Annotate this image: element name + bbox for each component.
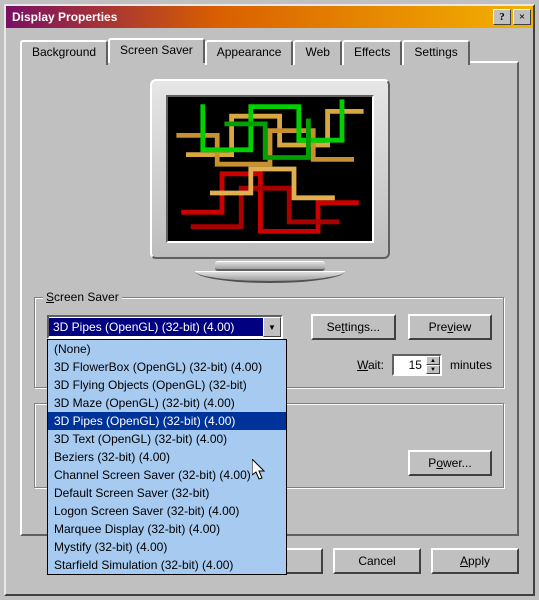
screensaver-groupbox: Screen Saver 3D Pipes (OpenGL) (32-bit) …: [34, 297, 505, 389]
spinner-up-button[interactable]: ▲: [426, 356, 440, 365]
display-properties-window: Display Properties ? × Background Screen…: [4, 4, 535, 596]
dd-item-default[interactable]: Default Screen Saver (32-bit): [48, 484, 286, 502]
screensaver-dropdown[interactable]: (None) 3D FlowerBox (OpenGL) (32-bit) (4…: [47, 339, 287, 575]
titlebar[interactable]: Display Properties ? ×: [6, 6, 533, 28]
dd-item-mystify[interactable]: Mystify (32-bit) (4.00): [48, 538, 286, 556]
dd-item-starfield[interactable]: Starfield Simulation (32-bit) (4.00): [48, 556, 286, 574]
minutes-label: minutes: [450, 358, 492, 372]
monitor-frame: [150, 79, 390, 259]
cancel-button[interactable]: Cancel: [333, 548, 421, 574]
power-button[interactable]: Power...: [408, 450, 492, 476]
dd-item-maze[interactable]: 3D Maze (OpenGL) (32-bit) (4.00): [48, 394, 286, 412]
wait-value[interactable]: 15: [394, 356, 426, 374]
screensaver-settings-button[interactable]: Settings...: [311, 314, 396, 340]
close-button[interactable]: ×: [513, 9, 531, 25]
dd-item-beziers[interactable]: Beziers (32-bit) (4.00): [48, 448, 286, 466]
dd-item-flying-objects[interactable]: 3D Flying Objects (OpenGL) (32-bit): [48, 376, 286, 394]
dd-item-marquee[interactable]: Marquee Display (32-bit) (4.00): [48, 520, 286, 538]
tab-effects[interactable]: Effects: [342, 40, 402, 65]
help-button[interactable]: ?: [493, 9, 511, 25]
client-area: Background Screen Saver Appearance Web E…: [6, 28, 533, 594]
screensaver-group-legend: Screen Saver: [43, 290, 122, 304]
tab-settings[interactable]: Settings: [402, 40, 469, 65]
window-title: Display Properties: [12, 10, 491, 24]
screensaver-combo-text: 3D Pipes (OpenGL) (32-bit) (4.00): [49, 318, 263, 336]
combo-dropdown-button[interactable]: [263, 317, 281, 337]
monitor-screen: [166, 95, 374, 243]
preview-button[interactable]: Preview: [408, 314, 492, 340]
dd-item-logon[interactable]: Logon Screen Saver (32-bit) (4.00): [48, 502, 286, 520]
monitor-stand: [215, 261, 325, 271]
tab-screen-saver[interactable]: Screen Saver: [108, 38, 205, 63]
dd-item-channel[interactable]: Channel Screen Saver (32-bit) (4.00): [48, 466, 286, 484]
apply-button[interactable]: Apply: [431, 548, 519, 574]
monitor-preview: [140, 79, 400, 289]
wait-spinner[interactable]: 15 ▲ ▼: [392, 354, 442, 376]
dd-item-none[interactable]: (None): [48, 340, 286, 358]
wait-label: Wait:: [357, 358, 384, 372]
spinner-down-button[interactable]: ▼: [426, 365, 440, 374]
tabs: Background Screen Saver Appearance Web E…: [20, 38, 519, 63]
dd-item-pipes[interactable]: 3D Pipes (OpenGL) (32-bit) (4.00): [48, 412, 286, 430]
tab-background[interactable]: Background: [20, 40, 108, 65]
pipes-preview-icon: [168, 97, 372, 241]
monitor-base: [195, 271, 345, 283]
tab-appearance[interactable]: Appearance: [205, 40, 294, 65]
tab-web[interactable]: Web: [293, 40, 341, 65]
screensaver-combo[interactable]: 3D Pipes (OpenGL) (32-bit) (4.00) (None)…: [47, 315, 283, 339]
tab-page-screen-saver: Screen Saver 3D Pipes (OpenGL) (32-bit) …: [20, 61, 519, 536]
dd-item-flowerbox[interactable]: 3D FlowerBox (OpenGL) (32-bit) (4.00): [48, 358, 286, 376]
dd-item-3d-text[interactable]: 3D Text (OpenGL) (32-bit) (4.00): [48, 430, 286, 448]
